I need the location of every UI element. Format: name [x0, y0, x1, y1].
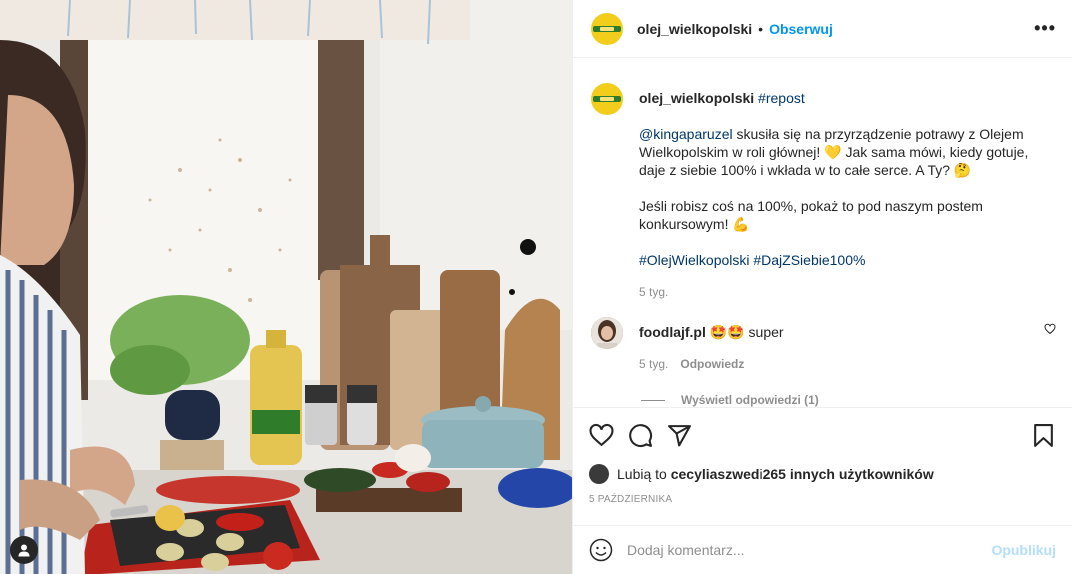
post-header: olej_wielkopolski • Obserwuj ••• — [573, 0, 1072, 58]
view-replies-line — [641, 399, 665, 401]
save-bookmark-icon[interactable] — [1031, 423, 1056, 448]
hashtag-olejwielkopolski[interactable]: #OlejWielkopolski — [639, 252, 749, 268]
post-details-panel: olej_wielkopolski • Obserwuj ••• olej_wi… — [572, 0, 1072, 574]
author-avatar[interactable] — [591, 12, 623, 45]
comment-meta: 5 tyg. Odpowiedz — [639, 355, 1044, 373]
action-icons-row — [589, 408, 1056, 462]
user-tag-icon — [18, 544, 30, 557]
likes-count-link[interactable]: 265 innych użytkowników — [763, 466, 934, 482]
more-options-icon[interactable]: ••• — [1034, 18, 1056, 39]
star-struck-emoji: 🤩🤩 — [709, 324, 745, 340]
comment-row: foodlajf.pl 🤩🤩 super 5 tyg. Odpowiedz — [591, 317, 1056, 373]
caption-author-avatar[interactable] — [591, 83, 623, 115]
commenter-username[interactable]: foodlajf.pl — [639, 324, 706, 340]
caption-username[interactable]: olej_wielkopolski — [639, 90, 754, 106]
mention-link[interactable]: @kingaparuzel — [639, 126, 733, 142]
yellow-heart-emoji: 💛 — [824, 144, 842, 160]
likes-summary: Lubią to cecyliaszwed i 265 innych użytk… — [589, 462, 1056, 486]
flexed-biceps-emoji: 💪 — [732, 216, 750, 232]
caption-paragraph-1: @kingaparuzel skusiła się na przyrządzen… — [639, 126, 1029, 178]
comment-bubble-icon[interactable] — [628, 423, 653, 448]
liker-username[interactable]: cecyliaszwed — [671, 466, 760, 482]
comment-time[interactable]: 5 tyg. — [639, 357, 668, 371]
post-photo[interactable] — [0, 0, 572, 574]
emoji-picker-icon[interactable] — [589, 538, 613, 562]
reply-button[interactable]: Odpowiedz — [680, 357, 744, 371]
follow-button[interactable]: Obserwuj — [769, 21, 833, 37]
post-actions: Lubią to cecyliaszwed i 265 innych użytk… — [573, 407, 1072, 505]
comment-text: super — [744, 324, 784, 340]
post-modal: olej_wielkopolski • Obserwuj ••• olej_wi… — [0, 0, 1072, 574]
comment-body: foodlajf.pl 🤩🤩 super 5 tyg. Odpowiedz — [639, 317, 1044, 373]
caption-time[interactable]: 5 tyg. — [639, 283, 1056, 301]
author-username[interactable]: olej_wielkopolski — [637, 21, 752, 37]
view-replies-label: Wyświetl odpowiedzi (1) — [681, 393, 819, 407]
repost-hashtag[interactable]: #repost — [758, 90, 805, 106]
like-heart-icon[interactable] — [589, 423, 614, 448]
liker-avatar[interactable] — [589, 464, 609, 484]
share-send-icon[interactable] — [667, 423, 692, 448]
caption: olej_wielkopolski #repost @kingaparuzel … — [591, 83, 1056, 301]
post-date[interactable]: 5 PAŹDZIERNIKA — [589, 494, 1056, 505]
thinking-face-emoji: 🤔 — [953, 162, 972, 178]
comment-like-heart-icon[interactable] — [1044, 323, 1056, 335]
hashtag-dajzsiebie100[interactable]: #DajZSiebie100% — [753, 252, 865, 268]
kitchen-photo-illustration — [0, 0, 572, 574]
commenter-avatar[interactable] — [591, 317, 623, 349]
publish-comment-button[interactable]: Opublikuj — [991, 542, 1056, 558]
separator-dot: • — [758, 20, 764, 37]
view-replies-button[interactable]: Wyświetl odpowiedzi (1) — [641, 393, 1056, 407]
caption-body: olej_wielkopolski #repost @kingaparuzel … — [639, 83, 1056, 301]
comment-input[interactable] — [627, 542, 992, 558]
user-tag-button[interactable] — [10, 536, 38, 564]
comments-section: olej_wielkopolski #repost @kingaparuzel … — [573, 59, 1072, 407]
caption-paragraph-2: Jeśli robisz coś na 100%, pokaż to pod n… — [639, 198, 983, 232]
add-comment-bar: Opublikuj — [573, 525, 1072, 574]
caption-hashtags: #OlejWielkopolski #DajZSiebie100% — [639, 251, 1056, 269]
